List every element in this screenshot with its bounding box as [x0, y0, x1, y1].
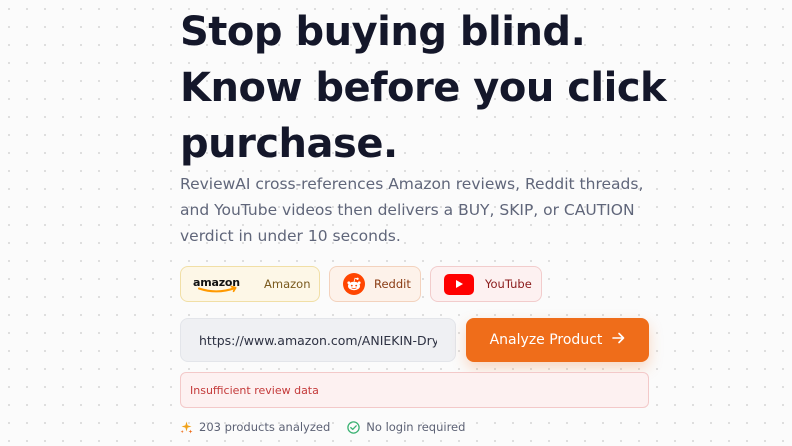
- error-message-text: Insufficient review data: [190, 383, 319, 397]
- headline-line: purchase.: [180, 121, 398, 167]
- source-label-reddit: Reddit: [374, 277, 411, 291]
- sparkle-icon: [180, 421, 193, 434]
- headline-line: Know before you click: [180, 65, 667, 111]
- source-badges: amazon Amazon Reddit YouTube: [180, 266, 542, 302]
- arrow-right-icon: [612, 332, 625, 348]
- footer-stats: 203 products analyzed No login required: [180, 420, 465, 434]
- hero-headline: Stop buying blind. Know before you click…: [180, 4, 780, 172]
- check-circle-icon: [347, 420, 361, 434]
- source-badge-youtube: YouTube: [430, 266, 542, 302]
- products-analyzed-stat: 203 products analyzed: [180, 420, 330, 434]
- reddit-icon: [343, 273, 365, 295]
- source-badge-amazon: amazon Amazon: [180, 266, 320, 302]
- subtitle-line: verdict in under 10 seconds.: [180, 227, 401, 245]
- youtube-icon: [444, 273, 474, 295]
- error-message: Insufficient review data: [180, 372, 649, 408]
- analyze-button-label: Analyze Product: [489, 332, 603, 348]
- source-label-amazon: Amazon: [264, 277, 311, 291]
- hero-subtitle: ReviewAI cross-references Amazon reviews…: [180, 171, 650, 249]
- no-login-text: No login required: [366, 420, 466, 434]
- no-login-stat: No login required: [347, 420, 465, 434]
- source-badge-reddit: Reddit: [329, 266, 421, 302]
- amazon-logo-icon: amazon: [193, 274, 243, 294]
- products-analyzed-text: 203 products analyzed: [199, 420, 331, 434]
- analyze-product-button[interactable]: Analyze Product: [466, 318, 649, 362]
- source-label-youtube: YouTube: [485, 277, 532, 291]
- subtitle-line: and YouTube videos then delivers a BUY, …: [180, 201, 635, 219]
- product-url-input[interactable]: [180, 318, 456, 362]
- subtitle-line: ReviewAI cross-references Amazon reviews…: [180, 175, 644, 193]
- headline-line: Stop buying blind.: [180, 9, 586, 55]
